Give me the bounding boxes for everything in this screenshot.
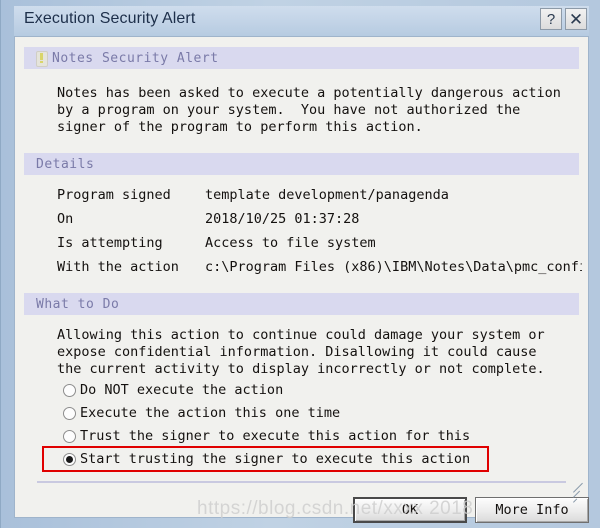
security-alert-header: Notes Security Alert — [24, 47, 579, 69]
close-icon[interactable]: ✕ — [565, 8, 587, 30]
what-to-do-line-1: Allowing this action to continue could d… — [57, 327, 545, 343]
radio-icon[interactable] — [63, 406, 76, 420]
radio-option-label: Start trusting the signer to execute thi… — [80, 451, 471, 467]
detail-value: Access to file system — [205, 235, 376, 251]
radio-option-label: Do NOT execute the action — [80, 382, 284, 398]
radio-icon[interactable] — [63, 429, 76, 443]
resize-grip[interactable] — [560, 482, 583, 505]
radio-icon[interactable] — [63, 383, 76, 397]
radio-option-execute-once[interactable]: Execute the action this one time — [63, 405, 535, 421]
title-bar[interactable]: Execution Security Alert ? ✕ — [14, 6, 589, 36]
content-area: Notes Security Alert Notes has been aske… — [15, 37, 589, 523]
alert-message-line-2: by a program on your system. You have no… — [57, 102, 521, 118]
detail-label: On — [57, 211, 74, 227]
detail-label: Program signed — [57, 187, 171, 203]
alert-message-line-3: signer of the program to perform this ac… — [57, 119, 423, 135]
detail-value: c:\Program Files (x86)\IBM\Notes\Data\pm… — [205, 259, 582, 275]
alert-message-line-1: Notes has been asked to execute a potent… — [57, 85, 561, 101]
page-title: Execution Security Alert — [24, 10, 196, 27]
window-controls: ? ✕ — [540, 8, 587, 30]
ok-button[interactable]: OK — [353, 497, 467, 523]
table-row: Is attempting Access to file system — [57, 235, 376, 252]
table-row: With the action c:\Program Files (x86)\IB… — [57, 259, 582, 276]
dialog-window: Execution Security Alert ? ✕ Notes Secur… — [0, 0, 600, 528]
what-to-do-line-3: the current activity to display incorrec… — [57, 361, 545, 377]
detail-label: Is attempting — [57, 235, 163, 251]
detail-label: With the action — [57, 259, 179, 275]
what-to-do-header: What to Do — [24, 293, 579, 315]
radio-option-do-not-execute[interactable]: Do NOT execute the action — [63, 382, 535, 398]
divider — [37, 481, 566, 483]
what-to-do-header-label: What to Do — [36, 296, 120, 312]
detail-value: 2018/10/25 01:37:28 — [205, 211, 360, 227]
detail-value: template development/panagenda — [205, 187, 449, 203]
dialog-body: Notes Security Alert Notes has been aske… — [14, 36, 589, 523]
radio-option-trust-signer-this[interactable]: Trust the signer to execute this action … — [63, 428, 483, 444]
radio-icon-selected[interactable] — [63, 452, 76, 466]
details-header-label: Details — [36, 156, 95, 172]
warning-cylinder-icon — [34, 50, 48, 67]
what-to-do-line-2: expose confidential information. Disallo… — [57, 344, 537, 360]
details-header: Details — [24, 153, 579, 175]
table-row: On 2018/10/25 01:37:28 — [57, 211, 359, 228]
radio-option-label: Trust the signer to execute this action … — [80, 428, 471, 444]
radio-option-start-trusting[interactable]: Start trusting the signer to execute thi… — [63, 451, 483, 467]
table-row: Program signed template development/panag… — [57, 187, 449, 204]
help-icon[interactable]: ? — [540, 8, 562, 30]
security-alert-header-label: Notes Security Alert — [52, 50, 219, 66]
radio-option-label: Execute the action this one time — [80, 405, 341, 421]
